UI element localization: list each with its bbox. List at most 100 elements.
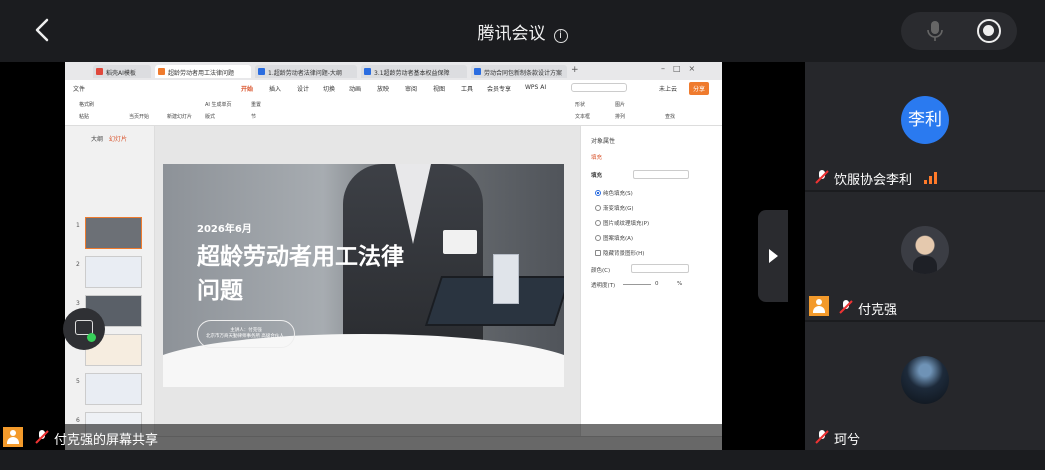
menu-design[interactable]: 设计	[297, 84, 309, 93]
presenter-pill: 主讲人：付克强 北京市万商天勤律师事务所 高级合伙人	[197, 320, 295, 348]
hide-background-checkbox[interactable]: 隐藏背景图形(H)	[595, 249, 644, 257]
title-slide[interactable]: 2026年6月 超龄劳动者用工法律问题 主讲人：付克强 北京市万商天勤律师事务所…	[163, 164, 564, 387]
user-icon	[3, 427, 23, 447]
meeting-top-bar: 腾讯会议 i	[0, 0, 1045, 62]
fill-option[interactable]: 纯色填充(S)	[595, 189, 633, 197]
tab-docer-templates[interactable]: 稻壳AI模板	[93, 65, 151, 78]
mic-muted-icon	[35, 430, 49, 444]
meeting-title: 腾讯会议 i	[0, 19, 1045, 44]
menu-transition[interactable]: 切换	[323, 84, 335, 93]
format-painter-button[interactable]: 格式刷	[79, 101, 94, 108]
share-button[interactable]: 分享	[689, 82, 710, 95]
slide-thumbnail-panel: 大纲 幻灯片 1 2 3 4 5 6 7	[65, 126, 155, 444]
fill-option-label: 纯色填充(S)	[603, 191, 633, 197]
transparency-label: 透明度(T)	[591, 283, 616, 289]
tab-label: 1.超龄劳动者法律问题-大纲	[268, 70, 342, 77]
fill-option[interactable]: 渐变填充(G)	[595, 204, 634, 212]
menu-home[interactable]: 开始	[241, 84, 253, 93]
tab-basic-rights-doc[interactable]: 3.1超龄劳动者基本权益保障	[361, 65, 467, 78]
menu-animation[interactable]: 动画	[349, 84, 361, 93]
search-box[interactable]	[571, 83, 627, 92]
textbox-button[interactable]: 文本框	[575, 113, 590, 120]
radio-icon	[595, 220, 601, 226]
user-icon	[809, 296, 829, 316]
slide-date: 2026年6月	[197, 224, 252, 235]
doc-icon	[364, 68, 371, 75]
fill-option[interactable]: 图片或纹理填充(P)	[595, 219, 649, 227]
wps-ribbon: 格式刷 粘贴 当页开始 新建幻灯片 版式 节 AI 生成单页 重置 形状 图片 …	[65, 96, 722, 126]
fill-option[interactable]: 图案填充(A)	[595, 234, 633, 242]
radio-icon	[595, 205, 601, 211]
fill-tab[interactable]: 填充	[591, 153, 602, 161]
badge-card-shape	[443, 230, 477, 254]
record-icon[interactable]	[977, 19, 1001, 43]
doc-icon	[474, 68, 481, 75]
slide-number: 1	[76, 222, 80, 229]
new-slide-button[interactable]: 新建幻灯片	[167, 113, 192, 120]
fill-option-label: 渐变填充(G)	[603, 206, 634, 212]
participant-name: 饮服协会李利	[834, 173, 913, 188]
fill-color-dropdown[interactable]	[633, 170, 689, 179]
paste-button[interactable]: 粘贴	[79, 113, 89, 120]
doc-icon	[258, 68, 265, 75]
fill-option-label: 图案填充(A)	[603, 236, 634, 242]
window-controls-icon[interactable]: –□×	[661, 64, 703, 73]
ai-generate-button[interactable]: AI 生成单页	[205, 101, 232, 108]
slide-title: 超龄劳动者用工法律问题	[197, 244, 404, 304]
arrange-button[interactable]: 排列	[615, 113, 625, 120]
menu-tools[interactable]: 工具	[461, 84, 473, 93]
expand-panel-arrow[interactable]	[758, 210, 788, 302]
slide-thumbnail[interactable]	[85, 373, 142, 405]
participant-name: 珂兮	[834, 433, 861, 448]
meeting-title-text: 腾讯会议	[477, 24, 546, 44]
picture-button[interactable]: 图片	[615, 101, 625, 108]
share-label-bar: 付克强的屏幕共享	[0, 424, 805, 450]
menu-review[interactable]: 审阅	[405, 84, 417, 93]
menu-wps-ai[interactable]: WPS AI	[525, 84, 546, 91]
presenter-line-2: 北京市万商天勤律师事务所 高级合伙人	[206, 334, 284, 339]
mic-muted-icon[interactable]	[925, 19, 945, 43]
radio-icon	[595, 235, 601, 241]
slide-thumbnail[interactable]	[85, 217, 142, 249]
tab-contract-doc[interactable]: 劳动合同包新制条款设计方案	[471, 65, 567, 78]
annotation-float-button[interactable]	[63, 308, 105, 350]
checkbox-icon	[595, 250, 601, 256]
transparency-unit: %	[677, 281, 683, 287]
menu-file[interactable]: 文件	[73, 84, 85, 93]
info-icon[interactable]: i	[553, 29, 568, 43]
checkbox-label: 隐藏背景图形(H)	[603, 251, 645, 257]
slides-tab[interactable]: 幻灯片	[109, 134, 127, 143]
mic-muted-icon	[815, 170, 829, 184]
slide-thumbnail[interactable]	[85, 256, 142, 288]
tab-label: 稻壳AI模板	[106, 70, 136, 77]
docer-icon	[96, 68, 103, 75]
active-dot	[87, 333, 96, 342]
tab-current-ppt[interactable]: 超龄劳动者用工法律问题	[155, 65, 251, 78]
reset-button[interactable]: 重置	[251, 101, 261, 108]
layout-button[interactable]: 版式	[205, 113, 215, 120]
slide-number: 3	[76, 300, 80, 307]
presenter-share-label: 付克强的屏幕共享	[54, 433, 159, 448]
start-from-current-button[interactable]: 当页开始	[129, 113, 149, 120]
outline-tab[interactable]: 大纲	[91, 134, 103, 143]
color-dropdown[interactable]	[631, 264, 689, 273]
tab-label: 劳动合同包新制条款设计方案	[484, 70, 563, 77]
new-tab-icon[interactable]: +	[571, 65, 579, 75]
color-label: 颜色(C)	[591, 268, 611, 274]
tab-outline-doc[interactable]: 1.超龄劳动者法律问题-大纲	[255, 65, 357, 78]
menu-member[interactable]: 会员专享	[487, 84, 511, 93]
mic-muted-icon	[815, 430, 829, 444]
menu-view[interactable]: 视图	[433, 84, 445, 93]
cloud-status[interactable]: 未上云	[659, 84, 677, 93]
transparency-slider[interactable]	[623, 284, 651, 285]
slide-number: 5	[76, 378, 80, 385]
transparency-value[interactable]: 0	[655, 281, 659, 287]
wps-menu-bar: 文件 开始 插入 设计 切换 动画 放映 审阅 视图 工具 会员专享 WPS A…	[65, 80, 722, 96]
menu-insert[interactable]: 插入	[269, 84, 281, 93]
building-model-shape	[493, 254, 519, 304]
participant-name: 付克强	[858, 303, 898, 318]
menu-slideshow[interactable]: 放映	[377, 84, 389, 93]
section-button[interactable]: 节	[251, 113, 256, 120]
shape-button[interactable]: 形状	[575, 101, 585, 108]
find-button[interactable]: 查找	[665, 113, 675, 120]
